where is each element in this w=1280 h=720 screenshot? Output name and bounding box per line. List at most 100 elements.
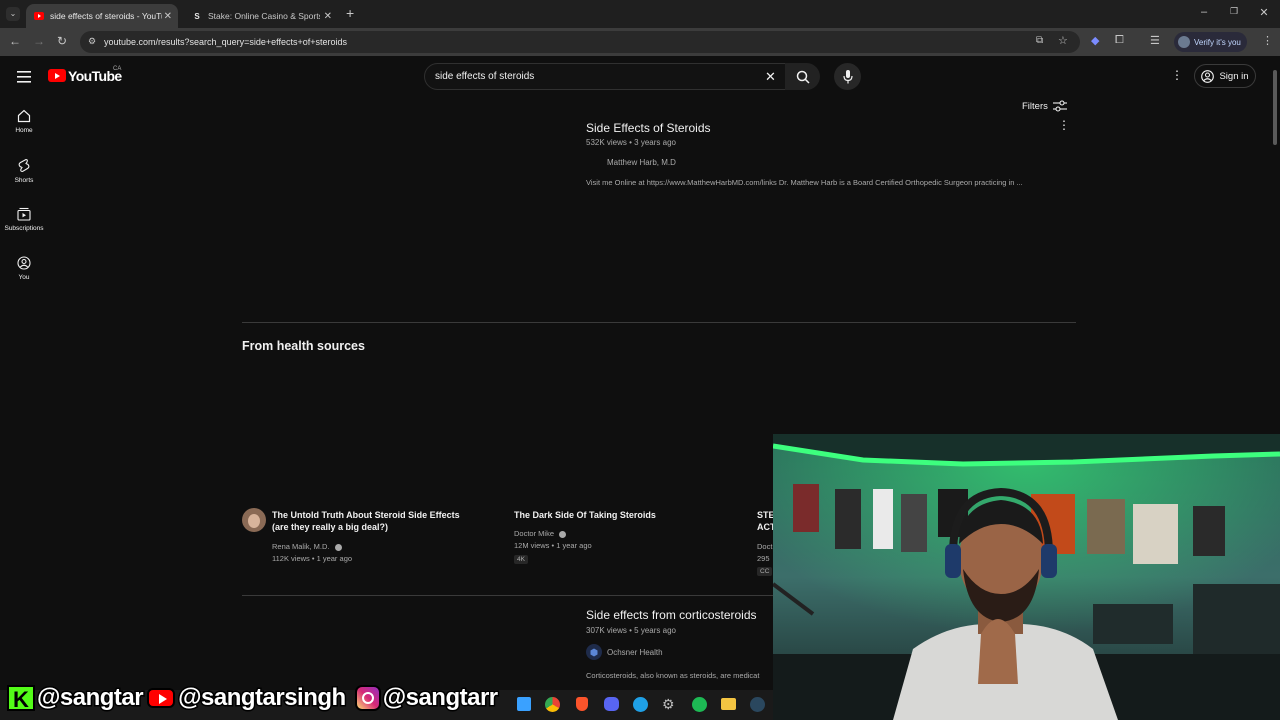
shelf-item-title-line2[interactable]: (are they really a big deal?) (272, 522, 388, 532)
sign-in-button[interactable]: Sign in (1194, 64, 1256, 88)
file-explorer-taskbar-icon[interactable] (721, 698, 736, 710)
search-box[interactable]: side effects of steroids ✕ (424, 63, 786, 90)
discord-taskbar-icon[interactable] (604, 697, 619, 711)
video-meta: 112K views • 1 year ago (272, 554, 353, 563)
verify-label: Verify it's you (1194, 37, 1241, 47)
settings-taskbar-icon[interactable]: ⚙ (662, 696, 675, 713)
webcam-scene (773, 434, 1280, 720)
guide-label: Shorts (14, 177, 34, 184)
channel-name[interactable]: Doctor Mike (514, 529, 567, 538)
voice-search-button[interactable] (834, 63, 861, 90)
video-meta: 295 (757, 554, 770, 563)
shelf-heading: From health sources (242, 339, 365, 353)
close-window-icon[interactable]: ✕ (1254, 6, 1274, 19)
install-app-icon[interactable]: ⧉ (1036, 35, 1043, 46)
reading-list-icon[interactable]: ☰ (1150, 34, 1160, 47)
video-thumbnail[interactable] (242, 120, 572, 306)
search-icon (796, 70, 810, 84)
avatar[interactable] (242, 508, 266, 532)
chrome-taskbar-icon[interactable] (545, 697, 560, 712)
shelf-item-title[interactable]: The Dark Side Of Taking Steroids (514, 510, 656, 520)
video-views: 532K views • 3 years ago (586, 138, 676, 147)
shelf-item-title[interactable]: STE (757, 510, 773, 520)
guide-home[interactable]: Home (0, 109, 48, 134)
tab-title: Stake: Online Casino & Sports B (208, 11, 320, 21)
instagram-icon (354, 685, 381, 711)
cc-badge: CC (757, 567, 773, 576)
channel-name-text: Doctor Mike (514, 529, 555, 538)
video-title[interactable]: Side effects from corticosteroids (586, 608, 757, 622)
channel-name[interactable]: Matthew Harb, M.D (607, 158, 676, 167)
channel-name[interactable]: Doct (757, 542, 772, 551)
kick-handle: @sangtar (35, 683, 145, 713)
restore-icon[interactable]: ❐ (1224, 6, 1244, 17)
upload-age: 5 years ago (634, 626, 676, 635)
shelf-item[interactable]: The Untold Truth About Steroid Side Effe… (242, 508, 492, 568)
video-description: Corticosteroids, also known as steroids,… (586, 671, 760, 680)
guide-subscriptions[interactable]: Subscriptions (0, 207, 48, 232)
channel-name[interactable]: Rena Malik, M.D. (272, 542, 342, 551)
filters-icon (1052, 100, 1067, 112)
views-count: 532K views (586, 138, 627, 147)
section-divider (242, 322, 1076, 323)
result-more-icon[interactable]: ⋮ (1058, 118, 1070, 132)
ochsner-logo-icon (590, 648, 598, 656)
microphone-icon (842, 69, 853, 83)
section-divider (242, 595, 773, 596)
filters-button[interactable]: Filters (1022, 100, 1067, 112)
close-tab-icon[interactable]: ✕ (164, 11, 172, 22)
tab-search-icon[interactable]: ⌄ (6, 7, 20, 21)
site-info-icon[interactable]: ⚙ (88, 36, 96, 47)
you-icon (17, 256, 31, 270)
channel-avatar[interactable] (586, 644, 602, 660)
page-scrollbar-thumb[interactable] (1273, 70, 1277, 145)
spotify-taskbar-icon[interactable] (692, 697, 707, 712)
shelf-item-title-line2[interactable]: ACT (757, 522, 773, 532)
filters-label: Filters (1022, 100, 1048, 112)
steam-taskbar-icon[interactable] (750, 697, 765, 712)
upload-age: 3 years ago (634, 138, 676, 147)
browser-toolbar: ← → ↻ ⚙ youtube.com/results?search_query… (0, 28, 1280, 56)
extensions-icon[interactable]: ⧠ (1115, 34, 1124, 47)
edge-taskbar-icon[interactable] (633, 697, 648, 712)
shelf-item[interactable]: The Dark Side Of Taking Steroids Doctor … (514, 508, 754, 568)
forward-icon[interactable]: → (31, 34, 47, 48)
reload-icon[interactable]: ↻ (54, 34, 70, 48)
youtube-icon (147, 688, 176, 708)
guide-label: You (18, 274, 30, 281)
address-bar[interactable]: ⚙ youtube.com/results?search_query=side+… (80, 31, 1080, 53)
settings-more-icon[interactable]: ⋮ (1171, 68, 1183, 82)
home-icon (17, 109, 31, 123)
bookmark-star-icon[interactable]: ☆ (1058, 34, 1068, 47)
kick-icon: K (7, 685, 35, 712)
shelf-item[interactable]: STE ACT Doct 295 CC (757, 508, 773, 580)
taskbar-app-icon[interactable] (517, 697, 531, 711)
shelf-item-title[interactable]: The Untold Truth About Steroid Side Effe… (272, 510, 460, 520)
shorts-icon (18, 158, 30, 173)
new-tab-button[interactable]: + (346, 5, 354, 21)
views-count: 307K views (586, 626, 627, 635)
guide-you[interactable]: You (0, 256, 48, 281)
guide-menu-icon[interactable] (17, 70, 31, 83)
back-icon[interactable]: ← (7, 34, 23, 48)
close-tab-icon[interactable]: ✕ (324, 11, 332, 22)
quality-badge: 4K (514, 555, 528, 564)
tab-youtube[interactable]: side effects of steroids - YouTube ✕ (26, 4, 178, 28)
sign-in-label: Sign in (1219, 70, 1249, 82)
instagram-handle: @sangtarr (381, 683, 499, 713)
video-views: 307K views • 5 years ago (586, 626, 676, 635)
search-button[interactable] (785, 63, 820, 90)
guide-shorts[interactable]: Shorts (0, 158, 48, 184)
video-title[interactable]: Side Effects of Steroids (586, 121, 711, 135)
minimize-icon[interactable]: – (1194, 6, 1214, 18)
tab-stake[interactable]: S Stake: Online Casino & Sports B ✕ (184, 4, 338, 28)
clear-search-icon[interactable]: ✕ (765, 69, 776, 85)
youtube-logo-icon[interactable] (48, 69, 66, 82)
channel-name[interactable]: Ochsner Health (607, 648, 663, 657)
extension-shield-icon[interactable]: ◆ (1091, 34, 1099, 47)
search-input[interactable]: side effects of steroids (435, 71, 534, 82)
verify-profile-button[interactable]: Verify it's you (1174, 32, 1247, 52)
url-text: youtube.com/results?search_query=side+ef… (104, 37, 347, 47)
brave-taskbar-icon[interactable] (576, 697, 588, 711)
chrome-menu-icon[interactable]: ⋮ (1262, 34, 1273, 47)
